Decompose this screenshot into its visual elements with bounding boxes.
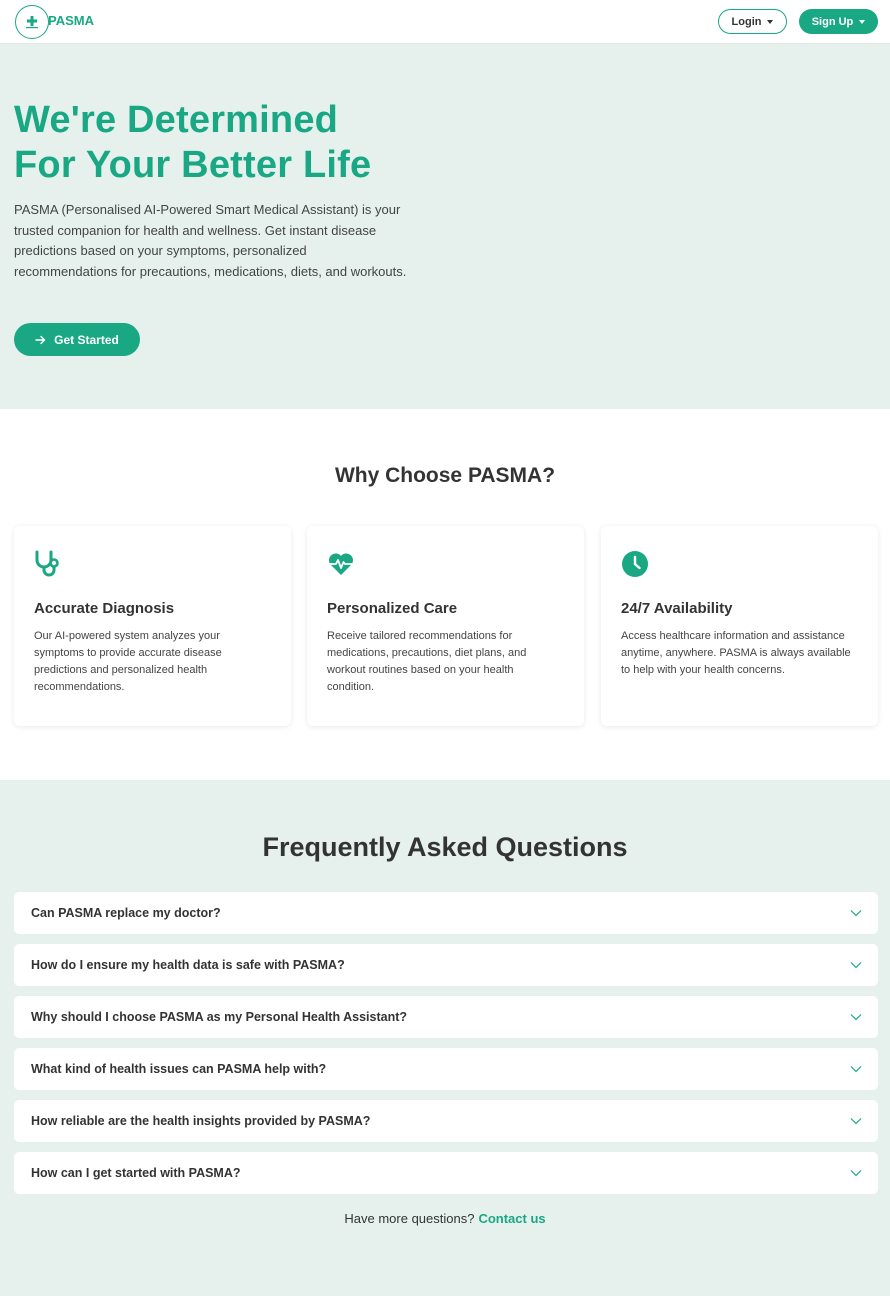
signup-dropdown-button[interactable]: Sign Up <box>799 9 878 34</box>
chevron-down-icon <box>850 1014 862 1021</box>
login-dropdown-button[interactable]: Login <box>718 9 787 34</box>
hero-title-line1: We're Determined <box>14 99 339 141</box>
faq-question: How can I get started with PASMA? <box>31 1166 241 1180</box>
feature-text: Our AI-powered system analyzes your symp… <box>34 630 222 693</box>
hero-section: We're Determined For Your Better Life PA… <box>0 44 890 409</box>
feature-text: Access healthcare information and assist… <box>621 630 851 676</box>
clock-icon <box>622 551 648 577</box>
caret-down-icon <box>859 19 866 24</box>
signup-label: Sign Up <box>811 15 854 28</box>
chevron-down-icon <box>850 1066 862 1073</box>
hero-title: We're Determined For Your Better Life <box>14 98 434 188</box>
features-heading: Why Choose PASMA? <box>334 464 556 487</box>
faq-item[interactable]: How do I ensure my health data is safe w… <box>14 944 878 986</box>
heart-pulse-icon <box>328 553 354 575</box>
stethoscope-icon <box>35 550 59 577</box>
brand-name[interactable]: PASMA <box>48 13 94 28</box>
login-label: Login <box>731 15 762 28</box>
chevron-down-icon <box>850 962 862 969</box>
faq-question: How reliable are the health insights pro… <box>31 1114 371 1128</box>
faq-question: What kind of health issues can PASMA hel… <box>31 1062 327 1076</box>
hero-description: PASMA (Personalised AI-Powered Smart Med… <box>14 202 407 279</box>
faq-heading: Frequently Asked Questions <box>262 832 628 862</box>
hero-title-line2: For Your Better Life <box>14 144 372 186</box>
feature-card-availability: 24/7 Availability Access healthcare info… <box>601 526 878 726</box>
faq-item[interactable]: Can PASMA replace my doctor? <box>14 892 878 934</box>
arrow-right-icon <box>35 335 46 344</box>
feature-title: Accurate Diagnosis <box>34 600 175 617</box>
navbar: PASMA Login Sign Up <box>0 0 890 44</box>
faq-item[interactable]: How reliable are the health insights pro… <box>14 1100 878 1142</box>
caret-down-icon <box>767 19 774 24</box>
logo[interactable] <box>15 5 49 39</box>
get-started-button[interactable]: Get Started <box>14 323 140 356</box>
medical-cross-logo-icon <box>26 16 38 29</box>
contact-us-link[interactable]: Contact us <box>478 1211 545 1226</box>
chevron-down-icon <box>850 910 862 917</box>
feature-title: 24/7 Availability <box>621 600 733 617</box>
faq-item[interactable]: Why should I choose PASMA as my Personal… <box>14 996 878 1038</box>
faq-section: Frequently Asked Questions Can PASMA rep… <box>0 780 890 1296</box>
faq-item[interactable]: How can I get started with PASMA? <box>14 1152 878 1194</box>
more-questions: Have more questions? Contact us <box>0 1211 890 1226</box>
faq-question: Why should I choose PASMA as my Personal… <box>31 1010 408 1024</box>
get-started-label: Get Started <box>54 332 119 347</box>
feature-title: Personalized Care <box>327 600 458 617</box>
chevron-down-icon <box>850 1118 862 1125</box>
more-questions-text: Have more questions? <box>344 1211 475 1226</box>
chevron-down-icon <box>850 1170 862 1177</box>
faq-question: How do I ensure my health data is safe w… <box>31 958 345 972</box>
faq-question: Can PASMA replace my doctor? <box>31 906 221 920</box>
features-section: Why Choose PASMA? Accurate Diagnosis Our… <box>0 409 890 780</box>
feature-text: Receive tailored recommendations for med… <box>327 630 527 693</box>
faq-item[interactable]: What kind of health issues can PASMA hel… <box>14 1048 878 1090</box>
feature-card-personalized-care: Personalized Care Receive tailored recom… <box>307 526 584 726</box>
feature-card-accurate-diagnosis: Accurate Diagnosis Our AI-powered system… <box>14 526 291 726</box>
